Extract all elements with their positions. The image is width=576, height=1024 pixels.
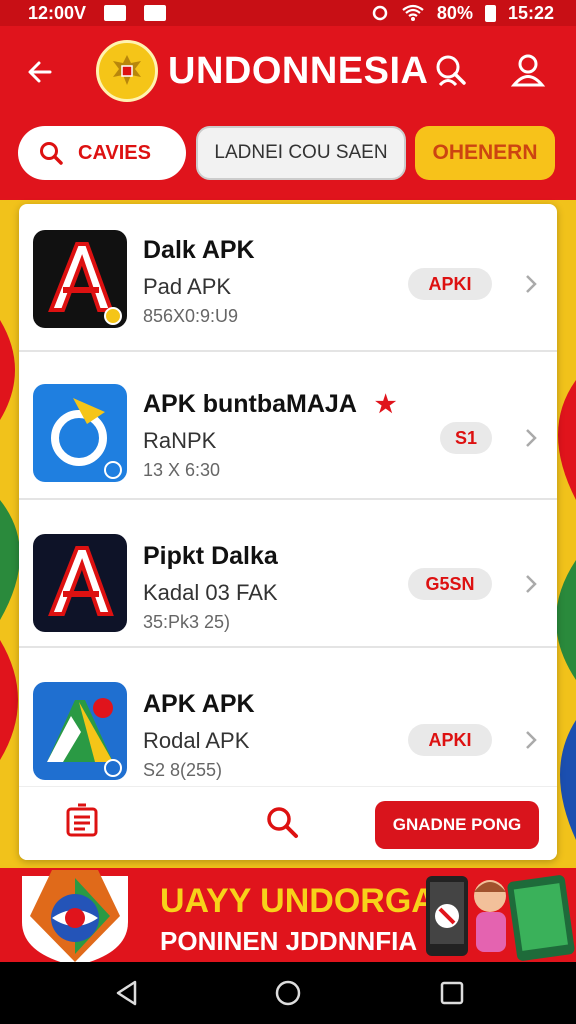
games-filter-button[interactable]: CAVIES	[18, 126, 186, 180]
chevron-right-icon[interactable]	[523, 426, 539, 450]
garuda-emblem-icon	[113, 55, 141, 85]
chevron-right-icon[interactable]	[523, 572, 539, 596]
notification-icon	[104, 5, 127, 21]
app-meta: 35:Pk3 25)	[143, 612, 231, 632]
battery-icon	[484, 4, 496, 22]
image-icon	[144, 5, 167, 21]
app-badge[interactable]: APKI	[408, 724, 492, 756]
app-subtitle: RaNPK	[143, 428, 217, 453]
wifi-icon	[402, 4, 424, 21]
nav-back-icon[interactable]	[113, 979, 141, 1007]
banner-illustration	[426, 875, 575, 961]
games-filter-label: CAVIES	[78, 141, 151, 164]
action-button[interactable]: GNADNE PONG	[375, 801, 539, 849]
app-icon	[33, 534, 127, 632]
search-icon[interactable]	[430, 50, 470, 90]
compass-app-icon	[33, 384, 127, 482]
star-icon: ★	[374, 391, 397, 418]
app-name: APK buntbaMAJA ★	[143, 390, 396, 419]
app-subtitle: Pad APK	[143, 274, 232, 299]
app-name: APK APK	[143, 690, 255, 718]
letter-a-app-icon	[33, 534, 127, 632]
app-name-text: APK buntbaMAJA	[143, 390, 357, 418]
maps-app-icon	[33, 682, 127, 780]
search-icon[interactable]	[263, 803, 301, 841]
app-name: Dalk APK	[143, 236, 255, 264]
app-meta: S2 8(255)	[143, 760, 223, 780]
app-badge[interactable]: APKI	[408, 268, 492, 300]
app-row[interactable]: Dalk APK Pad APK 856X0:9:U9 APKI	[19, 204, 557, 352]
status-bar: 12:00V 80% 15:22	[0, 0, 576, 26]
filter-row: CAVIES LADNEI COU SAEN OHENERN	[0, 118, 576, 200]
app-name: Pipkt Dalka	[143, 542, 278, 570]
banner-title: UAYY UNDORGAN	[160, 882, 461, 920]
search-icon	[40, 142, 63, 165]
app-subtitle: Kadal 03 FAK	[143, 580, 278, 605]
status-time: 12:00V	[28, 2, 87, 23]
app-icon	[33, 230, 127, 328]
chevron-right-icon[interactable]	[523, 272, 539, 296]
list-icon[interactable]	[63, 803, 101, 841]
language-filter-button[interactable]: LADNEI COU SAEN	[196, 126, 406, 180]
app-icon	[33, 384, 127, 482]
app-row[interactable]: Pipkt Dalka Kadal 03 FAK 35:Pk3 25) G5SN	[19, 500, 557, 648]
sync-icon	[372, 5, 388, 21]
user-icon[interactable]	[508, 50, 548, 90]
card-toolbar: GNADNE PONG	[19, 786, 557, 860]
letter-a-app-icon	[33, 230, 127, 328]
other-filter-button[interactable]: OHENERN	[415, 126, 555, 180]
battery-percent: 80%	[436, 2, 473, 23]
status-clock: 15:22	[507, 2, 554, 23]
app-badge[interactable]: G5SN	[408, 568, 492, 600]
app-header: UNDONNESIA	[0, 26, 576, 118]
app-row[interactable]: APK buntbaMAJA ★ RaNPK 13 X 6:30 S1	[19, 352, 557, 500]
promo-banner[interactable]: UAYY UNDORGAN PONINEN JDDNNFIA	[0, 868, 576, 962]
chevron-right-icon[interactable]	[523, 728, 539, 752]
other-filter-label: OHENERN	[432, 141, 538, 164]
banner-subtitle: PONINEN JDDNNFIA	[160, 926, 418, 956]
nav-recent-apps-icon[interactable]	[438, 979, 466, 1007]
garuda-logo	[96, 40, 158, 102]
app-list-card: Dalk APK Pad APK 856X0:9:U9 APKI APK bun…	[19, 204, 557, 860]
nav-home-icon[interactable]	[274, 979, 302, 1007]
app-title: UNDONNESIA	[168, 50, 429, 92]
back-arrow-icon[interactable]	[24, 56, 56, 88]
language-filter-label: LADNEI COU SAEN	[214, 142, 388, 163]
app-meta: 13 X 6:30	[143, 460, 221, 480]
app-row[interactable]: APK APK Rodal APK S2 8(255) APKI	[19, 648, 557, 796]
shield-logo-icon	[22, 870, 128, 962]
system-nav-bar	[0, 962, 576, 1024]
app-meta: 856X0:9:U9	[143, 306, 239, 326]
app-badge[interactable]: S1	[440, 422, 492, 454]
app-subtitle: Rodal APK	[143, 728, 250, 753]
app-icon	[33, 682, 127, 780]
